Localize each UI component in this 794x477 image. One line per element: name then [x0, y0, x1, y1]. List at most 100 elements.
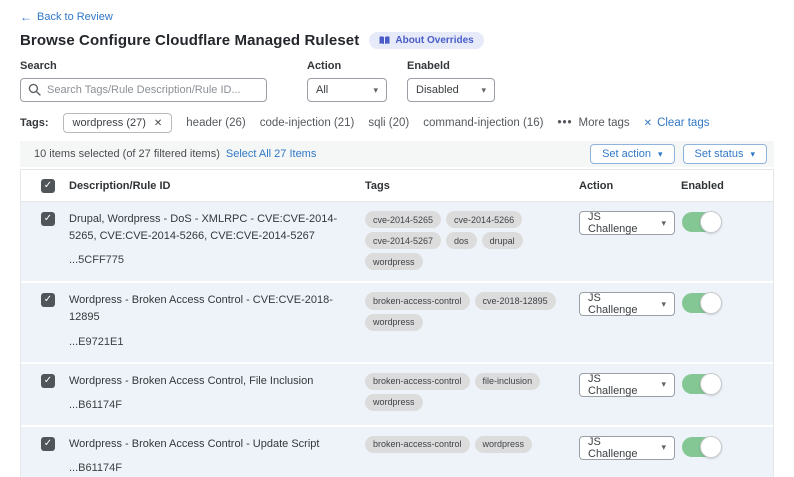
chevron-down-icon: ▾ [658, 149, 663, 160]
search-filter: Search [20, 60, 267, 102]
table-header-row: ✓ Description/Rule ID Tags Action Enable… [21, 170, 773, 202]
column-header-enabled: Enabled [681, 180, 773, 192]
chevron-down-icon: ▾ [373, 85, 378, 96]
about-badge-label: About Overrides [395, 35, 473, 46]
rule-tag-pill: broken-access-control [365, 373, 470, 390]
rule-tag-pill: file-inclusion [475, 373, 541, 390]
rule-tag-pill: drupal [482, 232, 523, 249]
toggle-knob [700, 211, 722, 233]
filter-tag[interactable]: code-injection (21) [260, 117, 355, 129]
rule-description: Drupal, Wordpress - DoS - XMLRPC - CVE:C… [69, 211, 347, 245]
tags-bar: Tags: wordpress (27) ✕ header (26) code-i… [20, 113, 774, 133]
chevron-down-icon: ▾ [661, 299, 666, 310]
filter-tag[interactable]: sqli (20) [368, 117, 409, 129]
page: ← Back to Review Browse Configure Cloudf… [0, 0, 794, 477]
clear-tags-button[interactable]: ✕ Clear tags [644, 117, 710, 129]
enabled-toggle[interactable] [682, 437, 719, 457]
rule-action-select[interactable]: JS Challenge ▾ [579, 292, 675, 316]
about-overrides-badge[interactable]: About Overrides [369, 32, 483, 49]
rule-description: Wordpress - Broken Access Control - Upda… [69, 436, 347, 453]
rule-id: ...E9721E1 [69, 334, 347, 351]
selected-tag-label: wordpress (27) [73, 117, 146, 129]
enabled-toggle[interactable] [682, 293, 719, 313]
rule-action-select[interactable]: JS Challenge ▾ [579, 211, 675, 235]
search-icon [28, 83, 41, 101]
book-icon [379, 36, 390, 45]
toggle-knob [700, 436, 722, 458]
column-header-action: Action [579, 180, 681, 192]
table-row: ✓ Drupal, Wordpress - DoS - XMLRPC - CVE… [21, 202, 773, 281]
enabled-label: Enabeld [407, 60, 495, 72]
check-icon: ✓ [44, 181, 52, 191]
enabled-toggle[interactable] [682, 374, 719, 394]
chevron-down-icon: ▾ [661, 379, 666, 390]
rule-tags: broken-access-control cve-2018-12895 wordp… [365, 292, 579, 350]
table-row: ✓ Wordpress - Broken Access Control - Up… [21, 425, 773, 477]
action-select[interactable]: All ▾ [307, 78, 387, 102]
row-checkbox[interactable]: ✓ [41, 212, 55, 226]
enabled-filter: Enabeld Disabled ▾ [407, 60, 495, 102]
enabled-toggle[interactable] [682, 212, 719, 232]
filter-tag[interactable]: header (26) [186, 117, 245, 129]
rule-action-select[interactable]: JS Challenge ▾ [579, 436, 675, 460]
back-link-label: Back to Review [37, 11, 113, 23]
rule-id: ...5CFF775 [69, 252, 347, 269]
rule-tag-pill: cve-2018-12895 [475, 292, 556, 309]
rule-action-select[interactable]: JS Challenge ▾ [579, 373, 675, 397]
back-to-review-link[interactable]: ← Back to Review [20, 11, 113, 23]
rule-tag-pill: wordpress [365, 314, 423, 331]
chevron-down-icon: ▾ [661, 442, 666, 453]
chevron-down-icon: ▾ [481, 85, 486, 96]
toggle-knob [700, 373, 722, 395]
column-header-tags: Tags [365, 180, 579, 192]
rule-action-value: JS Challenge [588, 436, 651, 460]
set-action-button[interactable]: Set action ▾ [590, 144, 674, 164]
filters: Search Action All ▾ Enabeld Disabl [20, 60, 774, 102]
rule-tag-pill: cve-2014-5267 [365, 232, 441, 249]
check-icon: ✓ [44, 295, 52, 305]
enabled-select[interactable]: Disabled ▾ [407, 78, 495, 102]
selection-summary: 10 items selected (of 27 filtered items) [34, 148, 220, 160]
tags-label: Tags: [20, 117, 49, 129]
check-icon: ✓ [44, 376, 52, 386]
row-checkbox[interactable]: ✓ [41, 374, 55, 388]
row-checkbox[interactable]: ✓ [41, 293, 55, 307]
rule-action-value: JS Challenge [588, 292, 651, 316]
check-icon: ✓ [44, 214, 52, 224]
filter-tag[interactable]: command-injection (16) [423, 117, 543, 129]
rule-id: ...B61174F [69, 397, 347, 414]
rule-tag-pill: wordpress [365, 394, 423, 411]
search-input[interactable] [20, 78, 267, 102]
rule-description: Wordpress - Broken Access Control - CVE:… [69, 292, 347, 326]
rule-tag-pill: dos [446, 232, 477, 249]
back-arrow-icon: ← [20, 11, 32, 23]
enabled-select-value: Disabled [416, 84, 459, 96]
check-icon: ✓ [44, 439, 52, 449]
toggle-knob [700, 292, 722, 314]
title-row: Browse Configure Cloudflare Managed Rule… [20, 32, 774, 49]
rule-id: ...B61174F [69, 460, 347, 477]
selected-tag-wordpress[interactable]: wordpress (27) ✕ [63, 113, 173, 133]
action-label: Action [307, 60, 387, 72]
rules-table: ✓ Description/Rule ID Tags Action Enable… [20, 169, 774, 477]
chevron-down-icon: ▾ [661, 218, 666, 229]
rule-action-value: JS Challenge [588, 373, 651, 397]
table-row: ✓ Wordpress - Broken Access Control, Fil… [21, 362, 773, 425]
selection-bar: 10 items selected (of 27 filtered items)… [20, 141, 774, 167]
column-header-description: Description/Rule ID [69, 180, 365, 192]
rule-tag-pill: cve-2014-5266 [446, 211, 522, 228]
action-select-value: All [316, 84, 328, 96]
ellipsis-icon: ••• [557, 117, 572, 129]
page-title: Browse Configure Cloudflare Managed Rule… [20, 32, 359, 49]
clear-tags-label: Clear tags [657, 117, 709, 129]
more-tags-button[interactable]: ••• More tags [557, 117, 629, 129]
select-all-checkbox[interactable]: ✓ [41, 179, 55, 193]
more-tags-label: More tags [579, 117, 630, 129]
row-checkbox[interactable]: ✓ [41, 437, 55, 451]
remove-tag-icon[interactable]: ✕ [154, 118, 162, 129]
select-all-link[interactable]: Select All 27 Items [226, 148, 317, 160]
rule-description: Wordpress - Broken Access Control, File … [69, 373, 347, 390]
rule-tag-pill: broken-access-control [365, 292, 470, 309]
set-status-button[interactable]: Set status ▾ [683, 144, 767, 164]
table-row: ✓ Wordpress - Broken Access Control - CV… [21, 281, 773, 361]
